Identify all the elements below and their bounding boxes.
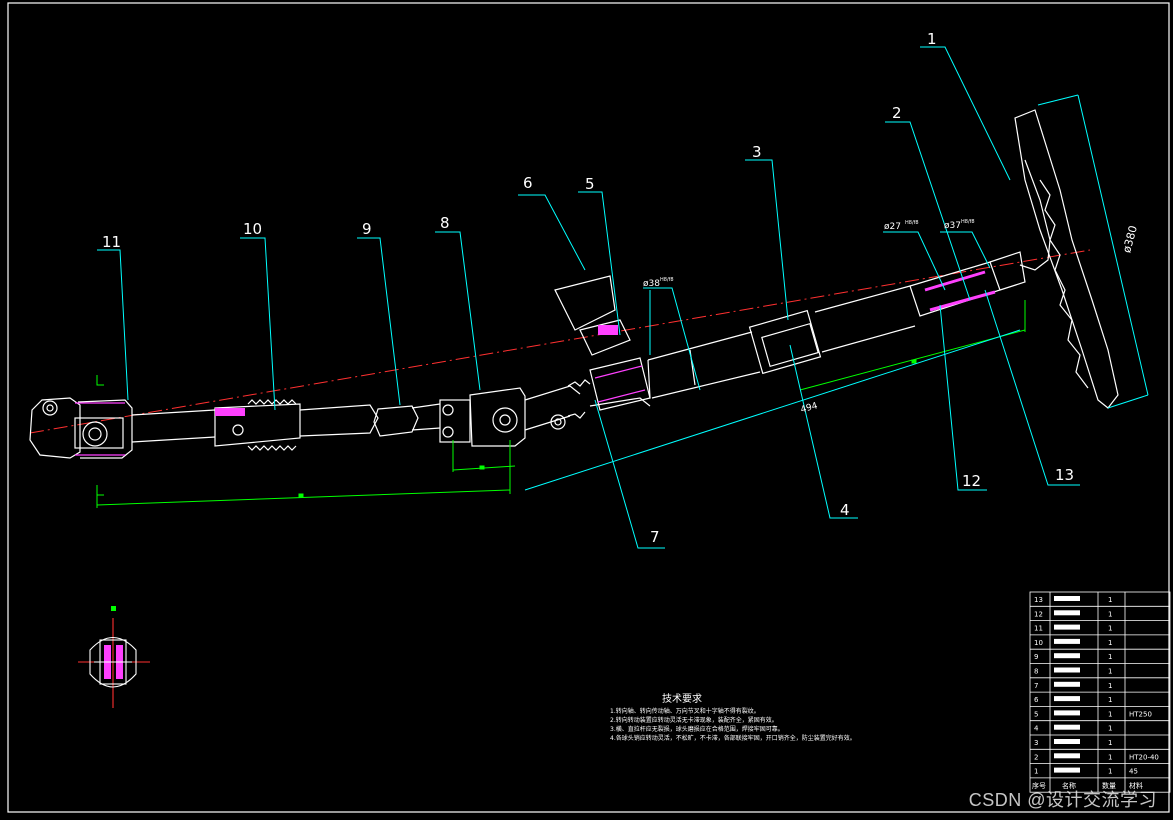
steering-wheel: [1014, 109, 1119, 409]
intermediate-shaft: [373, 403, 441, 437]
bom-name-mark: [1054, 767, 1080, 773]
bom-name-mark: [1054, 724, 1080, 730]
callout-3: 3: [752, 143, 762, 161]
bom-no: 2: [1034, 753, 1038, 761]
callout-4: 4: [840, 501, 850, 519]
bom-qty: 1: [1108, 710, 1112, 718]
callout-13: 13: [1055, 466, 1074, 484]
leader-3: [745, 159, 789, 321]
tech-requirements: 技术要求 1.转向轴、转向传动轴、万向节叉和十字轴不得有裂纹。 2.转向转动装置…: [610, 692, 856, 742]
leader-8: [435, 231, 481, 391]
tech-line-4: 4.各球头销应转动灵活，不松旷，不卡滞，各部联接牢固，开口销齐全，防尘装置完好有…: [610, 734, 856, 742]
bom-no: 13: [1034, 596, 1043, 604]
dimension-labels: ø380 ø27 H8/f8 ø37 H8/f8 ø38 H8/f8 494: [643, 219, 1140, 415]
column-bracket: [554, 275, 651, 411]
callout-2: 2: [892, 104, 902, 122]
bom-no: 4: [1034, 725, 1039, 733]
bom-qty: 1: [1108, 725, 1112, 733]
bellows-section: [214, 399, 379, 451]
dim-37-fit: H8/f8: [961, 219, 975, 225]
bom-qty: 1: [1108, 753, 1112, 761]
bom-qty: 1: [1108, 610, 1112, 618]
leader-13: [984, 289, 1080, 486]
watermark: CSDN @设计交流学习: [968, 790, 1157, 810]
callout-11: 11: [102, 233, 121, 251]
dim-27-fit: H8/f8: [905, 220, 919, 226]
bom-name-mark: [1054, 624, 1080, 630]
centerline: [29, 249, 1091, 434]
leader-11: [97, 249, 129, 401]
leader-4: [789, 344, 858, 519]
bom-name-mark: [1054, 610, 1080, 616]
tech-line-3: 3.横、直拉杆应无裂损，球头磨损应在合格范围，焊接牢固可靠。: [610, 725, 784, 733]
bom-name-mark: [1054, 667, 1080, 673]
callout-5: 5: [585, 175, 595, 193]
callout-6: 6: [523, 174, 533, 192]
bom-table: 13 112 111 110 19 18 17 16 15 1 HT2504 13 12 1 HT20-40…: [1029, 591, 1171, 793]
bom-qty: 1: [1108, 682, 1112, 690]
bom-no: 7: [1034, 682, 1038, 690]
bom-qty: 1: [1108, 696, 1112, 704]
leader-10: [240, 237, 276, 411]
leader-5: [578, 191, 621, 336]
bom-name-mark: [1054, 596, 1080, 601]
bom-name-mark: [1054, 710, 1080, 716]
callout-8: 8: [440, 214, 450, 232]
leader-7: [594, 399, 665, 549]
dim-380: ø380: [1120, 224, 1140, 254]
tech-line-2: 2.转向转动装置应转动灵活无卡滞现象，装配齐全，紧固有效。: [610, 716, 778, 724]
bom-no: 9: [1034, 653, 1038, 661]
leader-9: [357, 237, 401, 406]
cad-drawing: 1 2 3 4 5 6 7 8 9 10 11 12 13 ø380 ø27 H…: [7, 2, 1171, 813]
bom-mat: 45: [1129, 768, 1138, 776]
bom-no: 10: [1034, 639, 1043, 647]
dimensions: [96, 300, 1026, 508]
dim-38-fit: H8/f8: [660, 277, 674, 283]
bom-no: 11: [1034, 625, 1043, 633]
bom-qty: 1: [1108, 625, 1112, 633]
tech-line-1: 1.转向轴、转向传动轴、万向节叉和十字轴不得有裂纹。: [610, 707, 760, 715]
middle-joint: [439, 379, 591, 447]
callout-10: 10: [243, 220, 262, 238]
section-detail: [78, 606, 150, 708]
bom-qty: 1: [1108, 596, 1112, 604]
bom-no: 3: [1034, 739, 1038, 747]
callout-7: 7: [650, 528, 660, 546]
bom-qty: 1: [1108, 639, 1112, 647]
bom-qty: 1: [1108, 668, 1112, 676]
bom-name-mark: [1054, 653, 1080, 659]
bom-mat: HT250: [1129, 710, 1152, 718]
leader-6: [518, 194, 586, 271]
bom-name-mark: [1054, 638, 1080, 644]
callout-12: 12: [962, 472, 981, 490]
dim-27: ø27: [884, 222, 901, 232]
callout-9: 9: [362, 220, 372, 238]
bom-qty: 1: [1108, 768, 1112, 776]
bom-no: 8: [1034, 668, 1038, 676]
upper-bearing: [909, 251, 1026, 317]
bom-name-mark: [1054, 681, 1080, 687]
drawing-frame: [7, 2, 1170, 813]
bom-qty: 1: [1108, 739, 1112, 747]
bom-no: 1: [1034, 768, 1038, 776]
bom-name-mark: [1054, 696, 1080, 702]
callout-1: 1: [927, 30, 937, 48]
bom-name-mark: [1054, 739, 1080, 744]
leaders: [97, 46, 1149, 549]
bom-no: 6: [1034, 696, 1039, 704]
bom-no: 5: [1034, 710, 1038, 718]
leader-1: [920, 46, 1011, 181]
steering-assembly: [29, 109, 1119, 459]
tech-title: 技术要求: [662, 692, 702, 705]
bom-mat: HT20-40: [1129, 753, 1159, 761]
bom-name-mark: [1054, 753, 1080, 759]
bom-no: 12: [1034, 610, 1043, 618]
dim-37: ø37: [944, 221, 961, 231]
leader-12: [939, 304, 987, 491]
bom-qty: 1: [1108, 653, 1112, 661]
dim-38: ø38: [643, 279, 660, 289]
dim-494: 494: [800, 401, 820, 415]
